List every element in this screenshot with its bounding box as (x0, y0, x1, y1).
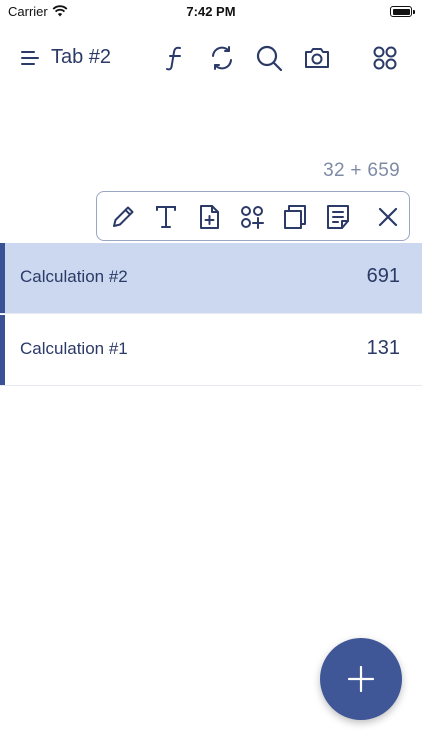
calculation-value: 691 (366, 265, 400, 287)
apps-icon[interactable] (370, 43, 400, 73)
add-calculation-button[interactable] (320, 638, 402, 720)
function-icon[interactable] (160, 43, 190, 73)
menu-icon[interactable] (20, 48, 40, 68)
expression-display: 32 + 659 (323, 160, 400, 181)
close-icon[interactable] (374, 203, 402, 231)
calculation-row[interactable]: Calculation #1 131 (0, 315, 422, 386)
new-document-icon[interactable] (195, 203, 223, 231)
calculation-value: 131 (366, 337, 400, 359)
refresh-icon[interactable] (207, 43, 237, 73)
status-bar: Carrier 7:42 PM (0, 0, 422, 24)
calculation-label: Calculation #1 (20, 339, 128, 358)
plus-icon (347, 665, 375, 693)
camera-icon[interactable] (302, 43, 332, 73)
add-grid-icon[interactable] (238, 203, 266, 231)
clock: 7:42 PM (186, 4, 236, 19)
pencil-icon[interactable] (109, 203, 137, 231)
battery-icon (390, 6, 415, 17)
copy-icon[interactable] (281, 203, 309, 231)
app-bar: Tab #2 (0, 36, 422, 80)
calculation-row-selected[interactable]: Calculation #2 691 (0, 243, 422, 314)
note-icon[interactable] (324, 203, 352, 231)
search-icon[interactable] (254, 43, 284, 73)
calculation-label: Calculation #2 (20, 267, 128, 286)
tab-title[interactable]: Tab #2 (51, 46, 111, 69)
row-action-toolbar (96, 191, 410, 241)
text-icon[interactable] (152, 203, 180, 231)
row-accent-bar (0, 243, 5, 313)
row-accent-bar (0, 315, 5, 385)
